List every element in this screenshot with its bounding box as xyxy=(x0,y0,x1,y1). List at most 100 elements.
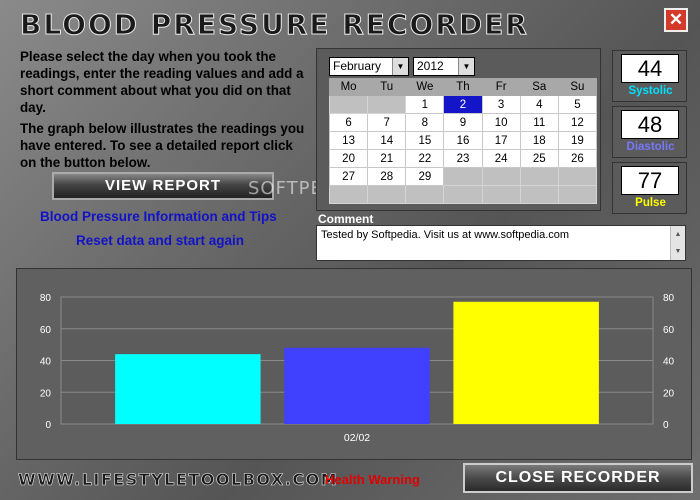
calendar-day[interactable]: 4 xyxy=(519,95,559,114)
calendar-empty-cell xyxy=(481,185,521,204)
calendar-day[interactable]: 1 xyxy=(405,95,445,114)
systolic-panel: 44 Systolic xyxy=(612,50,687,102)
comment-input[interactable]: Tested by Softpedia. Visit us at www.sof… xyxy=(316,225,686,261)
calendar-day[interactable]: 13 xyxy=(328,131,369,150)
close-icon[interactable]: ✕ xyxy=(664,8,688,32)
calendar: February ▼ 2012 ▼ Mo Tu We Th Fr Sa Su 1234567… xyxy=(316,48,601,211)
weekday-header: We xyxy=(405,78,445,96)
calendar-day[interactable]: 21 xyxy=(367,149,407,168)
calendar-day[interactable]: 11 xyxy=(519,113,559,132)
calendar-empty-cell xyxy=(557,185,598,204)
weekday-header: Su xyxy=(557,78,598,96)
calendar-day[interactable]: 12 xyxy=(557,113,598,132)
month-select[interactable]: February ▼ xyxy=(329,57,409,76)
y-tick-label-right: 40 xyxy=(663,357,675,368)
calendar-day[interactable]: 24 xyxy=(481,149,521,168)
calendar-day[interactable]: 25 xyxy=(519,149,559,168)
calendar-day[interactable]: 27 xyxy=(328,167,369,186)
calendar-empty-cell xyxy=(519,167,559,186)
calendar-day[interactable]: 28 xyxy=(367,167,407,186)
chevron-down-icon[interactable]: ▼ xyxy=(458,58,474,75)
calendar-empty-cell xyxy=(405,185,445,204)
calendar-empty-cell xyxy=(443,185,483,204)
y-tick-label-right: 80 xyxy=(663,293,675,304)
weekday-header: Mo xyxy=(328,78,369,96)
calendar-day[interactable]: 5 xyxy=(557,95,598,114)
calendar-week: 13 14 15 16 17 18 19 xyxy=(328,131,598,150)
close-recorder-button[interactable]: CLOSE RECORDER xyxy=(463,463,693,493)
pulse-panel: 77 Pulse xyxy=(612,162,687,214)
calendar-day[interactable]: 14 xyxy=(367,131,407,150)
calendar-day[interactable]: 7 xyxy=(367,113,407,132)
readings-chart-svg: 0 0 20 20 40 40 60 60 80 80 02/02 xyxy=(40,293,675,444)
calendar-day[interactable]: 9 xyxy=(443,113,483,132)
footer-logo[interactable]: WWW.LIFESTYLETOOLBOX.COM xyxy=(18,470,338,490)
calendar-empty-cell xyxy=(328,95,369,114)
calendar-week: 20 21 22 23 24 25 26 xyxy=(328,149,598,168)
y-tick-label-right: 60 xyxy=(663,325,675,336)
diastolic-label: Diastolic xyxy=(626,141,675,153)
calendar-week: 27 28 29 xyxy=(328,167,598,186)
weekday-header: Fr xyxy=(481,78,521,96)
calendar-day[interactable]: 17 xyxy=(481,131,521,150)
info-tips-link[interactable]: Blood Pressure Information and Tips xyxy=(40,209,277,224)
y-tick-label-left: 80 xyxy=(40,293,52,304)
diastolic-panel: 48 Diastolic xyxy=(612,106,687,158)
calendar-day[interactable]: 22 xyxy=(405,149,445,168)
weekday-header: Sa xyxy=(519,78,559,96)
calendar-day[interactable]: 10 xyxy=(481,113,521,132)
instructions-text-2: The graph below illustrates the readings… xyxy=(20,121,305,170)
y-tick-label-left: 0 xyxy=(45,420,51,431)
calendar-day[interactable]: 6 xyxy=(328,113,369,132)
calendar-day[interactable]: 16 xyxy=(443,131,483,150)
health-warning-link[interactable]: Health Warning xyxy=(325,472,420,487)
year-select[interactable]: 2012 ▼ xyxy=(413,57,475,76)
x-tick-label: 02/02 xyxy=(344,432,370,444)
y-tick-label-left: 40 xyxy=(40,357,52,368)
calendar-day[interactable]: 18 xyxy=(519,131,559,150)
calendar-empty-cell xyxy=(328,185,369,204)
y-tick-label-right: 20 xyxy=(663,388,675,399)
year-select-value: 2012 xyxy=(417,59,444,73)
chevron-down-icon[interactable]: ▼ xyxy=(392,58,408,75)
calendar-empty-cell xyxy=(367,185,407,204)
y-tick-label-left: 60 xyxy=(40,325,52,336)
diastolic-input[interactable]: 48 xyxy=(621,110,679,139)
pulse-input[interactable]: 77 xyxy=(621,166,679,195)
instructions: Please select the day when you took the … xyxy=(20,48,310,175)
app-window: BLOOD PRESSURE RECORDER ✕ Please select … xyxy=(0,0,700,500)
calendar-day[interactable]: 26 xyxy=(557,149,598,168)
app-title: BLOOD PRESSURE RECORDER xyxy=(20,8,529,42)
calendar-day[interactable]: 8 xyxy=(405,113,445,132)
view-report-button[interactable]: VIEW REPORT xyxy=(52,172,274,200)
readings-chart: 0 0 20 20 40 40 60 60 80 80 02/02 xyxy=(16,268,692,460)
calendar-empty-cell xyxy=(519,185,559,204)
calendar-empty-cell xyxy=(443,167,483,186)
comment-label: Comment xyxy=(318,212,374,226)
bar-1 xyxy=(284,347,430,424)
calendar-day[interactable]: 19 xyxy=(557,131,598,150)
calendar-day[interactable]: 23 xyxy=(443,149,483,168)
y-tick-label-right: 0 xyxy=(663,420,669,431)
calendar-day[interactable]: 3 xyxy=(481,95,521,114)
bar-2 xyxy=(453,301,599,424)
calendar-week: 6 7 8 9 10 11 12 xyxy=(328,113,598,132)
calendar-day[interactable]: 20 xyxy=(328,149,369,168)
systolic-label: Systolic xyxy=(628,85,673,97)
calendar-week: 12345 xyxy=(328,95,598,114)
calendar-grid: Mo Tu We Th Fr Sa Su 1 2 3 4 5 6 7 8 9 10 11 12 13 14 15 16 17… xyxy=(328,78,598,204)
weekday-header: Tu xyxy=(367,78,407,96)
reset-data-link[interactable]: Reset data and start again xyxy=(76,233,244,248)
month-select-value: February xyxy=(333,59,382,73)
pulse-label: Pulse xyxy=(635,197,666,209)
calendar-day[interactable]: 15 xyxy=(405,131,445,150)
instructions-text-1: Please select the day when you took the … xyxy=(20,49,304,115)
weekday-header: Th xyxy=(443,78,483,96)
calendar-day[interactable]: 2 xyxy=(443,95,483,114)
calendar-day[interactable]: 29 xyxy=(405,167,445,186)
systolic-input[interactable]: 44 xyxy=(621,54,679,83)
comment-text: Tested by Softpedia. Visit us at www.sof… xyxy=(321,229,570,241)
calendar-empty-cell xyxy=(367,95,407,114)
calendar-empty-cell xyxy=(481,167,521,186)
scrollbar[interactable]: ▲ ▼ xyxy=(670,226,685,260)
